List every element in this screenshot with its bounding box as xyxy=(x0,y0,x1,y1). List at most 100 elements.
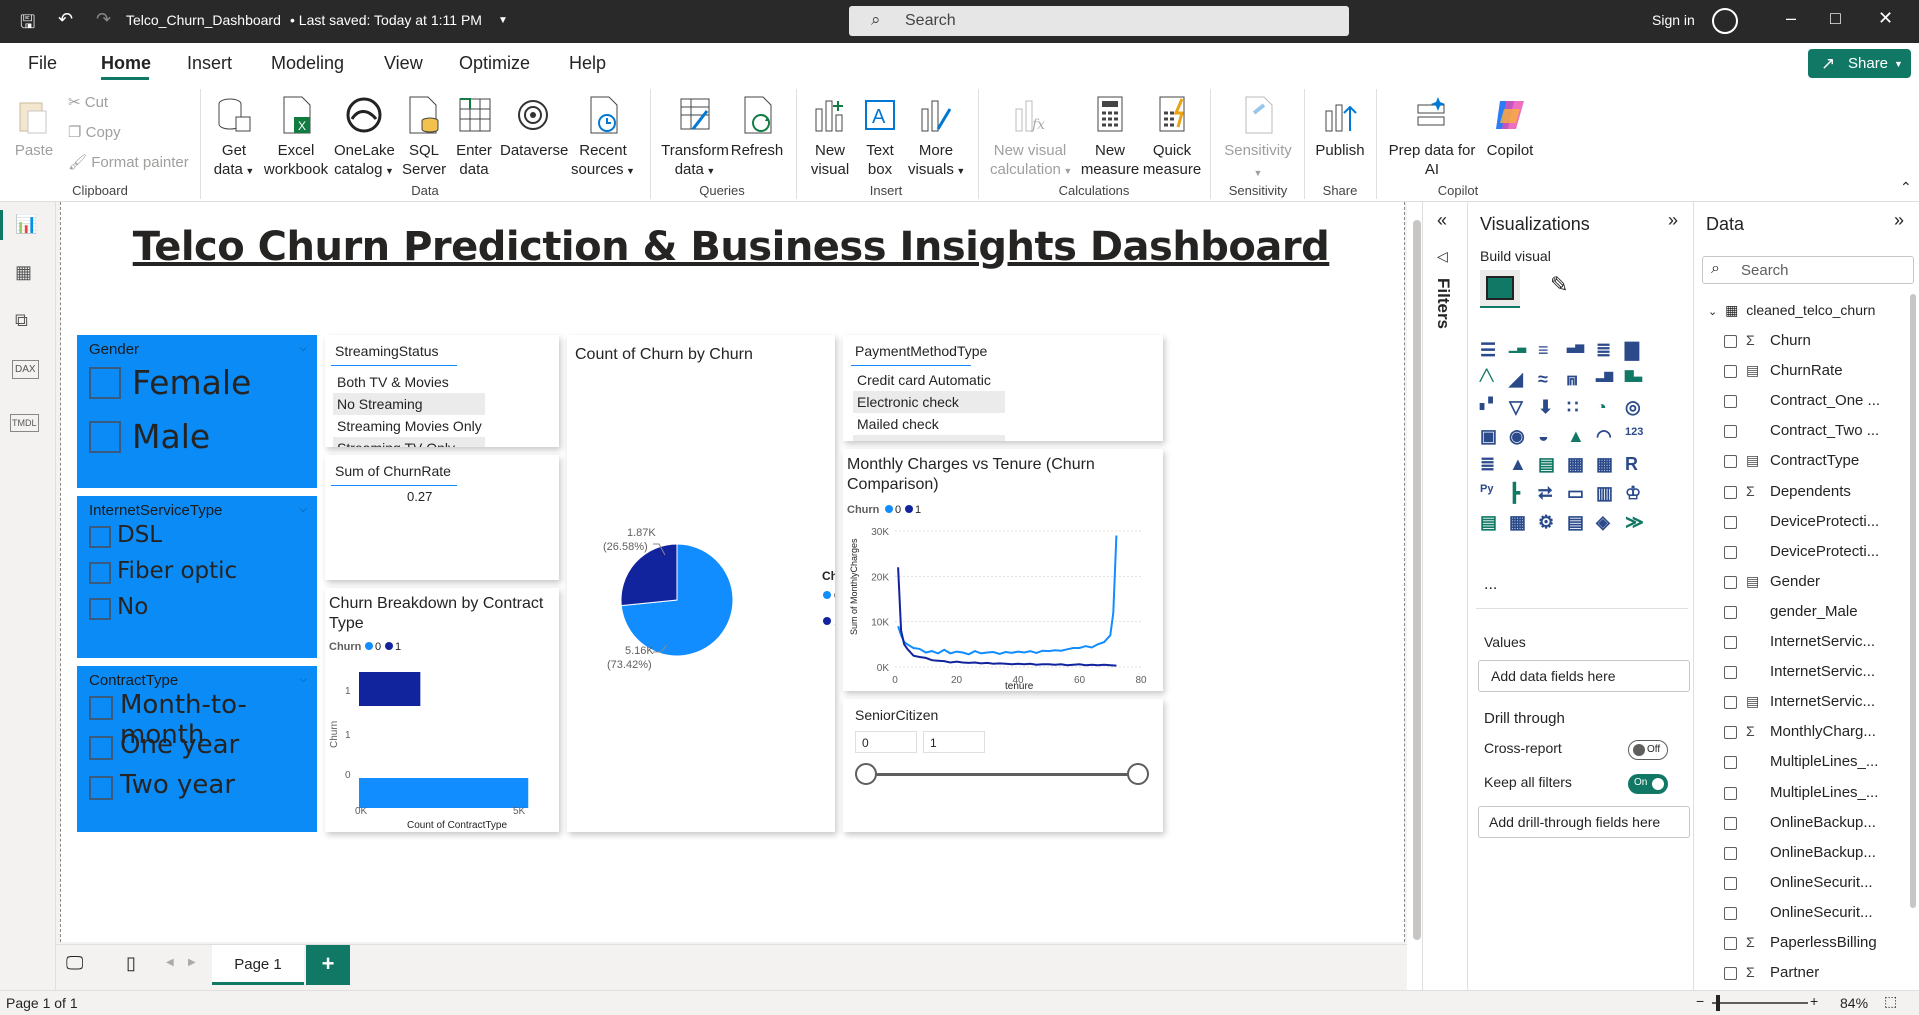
payment-method-slicer[interactable]: PaymentMethodType Credit card Automatic … xyxy=(843,335,1163,441)
matrix-icon[interactable]: ▦ xyxy=(1596,454,1620,476)
checkbox[interactable] xyxy=(89,526,111,548)
collapse-pane-icon[interactable]: » xyxy=(1668,210,1678,231)
mobile-layout-icon[interactable]: ▯ xyxy=(126,953,136,974)
key-influencers-icon[interactable]: ┣ xyxy=(1509,483,1533,505)
list-item[interactable]: No Streaming xyxy=(333,393,485,415)
100-bar-icon[interactable]: ≣ xyxy=(1596,340,1620,362)
checkbox[interactable] xyxy=(1724,545,1737,559)
azure-map-icon[interactable]: ▲ xyxy=(1567,426,1591,448)
more-visuals-ellipsis[interactable]: ... xyxy=(1484,576,1497,594)
checkbox[interactable] xyxy=(89,696,113,720)
stacked-bar-icon[interactable]: ☰ xyxy=(1480,340,1504,362)
chevron-down-icon[interactable]: ⌵ xyxy=(299,343,307,354)
pie-icon[interactable]: ◔ xyxy=(1596,397,1620,419)
new-visual-calculation-button[interactable]: fx New visual calculation ▼ xyxy=(990,95,1072,181)
excel-workbook-button[interactable]: X Excel workbook xyxy=(262,95,330,179)
checkbox[interactable] xyxy=(1724,846,1737,860)
list-item[interactable]: Unknown xyxy=(853,435,1005,441)
prep-data-ai-button[interactable]: Prep data for AI xyxy=(1388,95,1476,179)
paginated-report-icon[interactable]: ▤ xyxy=(1480,512,1504,534)
gender-slicer[interactable]: Gender ⌵ Female Male xyxy=(77,335,317,488)
redo-icon[interactable]: ↷ xyxy=(96,9,111,30)
stacked-column-icon[interactable]: ▁▃ xyxy=(1509,340,1533,362)
list-item[interactable]: Credit card Automatic xyxy=(853,369,1005,391)
checkbox[interactable] xyxy=(1724,726,1737,740)
checkbox[interactable] xyxy=(1724,876,1737,890)
r-visual-icon[interactable]: R xyxy=(1625,454,1649,476)
next-page-icon[interactable]: ▶ xyxy=(188,957,196,968)
monthly-charges-line-chart[interactable]: Monthly Charges vs Tenure (Churn Comparis… xyxy=(843,449,1163,691)
fit-to-page-icon[interactable]: ⬚ xyxy=(1884,993,1897,1010)
account-icon[interactable] xyxy=(1712,8,1738,34)
churn-rate-table[interactable]: Sum of ChurnRate 0.27 xyxy=(325,455,559,580)
text-box-button[interactable]: A Text box xyxy=(858,95,902,179)
dax-query-view-icon[interactable]: DAX xyxy=(12,360,39,379)
list-item[interactable]: Mailed check xyxy=(853,413,1005,435)
expand-filters-icon[interactable]: « xyxy=(1437,210,1447,231)
treemap-icon[interactable]: ▣ xyxy=(1480,426,1504,448)
checkbox[interactable] xyxy=(1724,395,1737,409)
slicer-option-no[interactable]: No xyxy=(117,594,148,620)
maximize-icon[interactable]: □ xyxy=(1830,8,1841,29)
new-measure-button[interactable]: New measure xyxy=(1080,95,1140,179)
slicer-option-female[interactable]: Female xyxy=(132,363,251,402)
list-item[interactable]: Electronic check xyxy=(853,391,1005,413)
clustered-bar-icon[interactable]: ≡ xyxy=(1538,340,1562,362)
filters-pane-collapsed[interactable]: « ◁ Filters xyxy=(1422,202,1467,990)
donut-icon[interactable]: ◎ xyxy=(1625,397,1649,419)
tab-home[interactable]: Home xyxy=(101,53,151,74)
checkbox[interactable] xyxy=(1724,666,1737,680)
checkbox[interactable] xyxy=(1724,636,1737,649)
list-item[interactable]: Both TV & Movies xyxy=(333,371,485,393)
scatter-icon[interactable]: ∷ xyxy=(1567,397,1591,419)
add-drill-through-well[interactable]: Add drill-through fields here xyxy=(1478,806,1690,838)
chevron-down-icon[interactable]: ⌵ xyxy=(299,674,307,685)
new-visual-button[interactable]: New visual xyxy=(808,95,852,179)
table-icon[interactable]: ▦ xyxy=(1567,454,1591,476)
checkbox[interactable] xyxy=(89,421,121,453)
contract-bar-chart[interactable]: Churn Breakdown by Contract Type Churn 0 1 1 1… xyxy=(325,588,559,832)
prev-page-icon[interactable]: ◀ xyxy=(166,957,174,968)
checkbox[interactable] xyxy=(1724,575,1737,589)
checkbox[interactable] xyxy=(1724,756,1737,770)
checkbox[interactable] xyxy=(1724,937,1737,950)
line-column-icon[interactable]: ▂▆ xyxy=(1596,369,1620,391)
metrics-icon[interactable]: ▦ xyxy=(1509,512,1533,534)
checkbox[interactable] xyxy=(1724,906,1737,920)
collapse-ribbon-icon[interactable]: ⌃ xyxy=(1900,179,1912,196)
checkbox[interactable] xyxy=(1724,605,1737,619)
streaming-status-slicer[interactable]: StreamingStatus Both TV & Movies No Stre… xyxy=(325,335,559,447)
senior-citizen-slicer[interactable]: SeniorCitizen 0 1 xyxy=(843,699,1163,832)
slider-handle-min[interactable] xyxy=(855,763,877,785)
sensitivity-button[interactable]: Sensitivity ▼ xyxy=(1220,95,1296,183)
chevron-down-icon[interactable]: ▼ xyxy=(498,15,508,26)
funnel-2-icon[interactable]: ⬇ xyxy=(1538,397,1562,419)
tab-file[interactable]: File xyxy=(28,53,57,74)
map-icon[interactable]: ◉ xyxy=(1509,426,1533,448)
100-column-icon[interactable]: ▇ xyxy=(1625,340,1649,362)
powerpoint-icon[interactable]: ◈ xyxy=(1596,512,1620,534)
checkbox[interactable] xyxy=(1724,425,1737,439)
power-automate-icon[interactable]: ▤ xyxy=(1567,512,1591,534)
min-value-input[interactable]: 0 xyxy=(855,731,917,753)
slicer-option-dsl[interactable]: DSL xyxy=(117,522,162,548)
python-visual-icon[interactable]: Py xyxy=(1480,483,1504,505)
internet-service-slicer[interactable]: InternetServiceType ⌵ DSL Fiber optic No xyxy=(77,496,317,658)
zoom-out-icon[interactable]: − xyxy=(1696,993,1704,1009)
share-button[interactable]: ↗ Share ▼ xyxy=(1808,49,1911,78)
decomposition-tree-icon[interactable]: ⮂ xyxy=(1538,483,1562,505)
checkbox[interactable] xyxy=(1724,816,1737,830)
format-visual-icon[interactable]: ✎ xyxy=(1550,272,1568,298)
tab-view[interactable]: View xyxy=(384,53,423,74)
area-chart-icon[interactable]: ◢ xyxy=(1509,369,1533,391)
sign-in-link[interactable]: Sign in xyxy=(1652,12,1695,28)
clustered-column-icon[interactable]: ▃▅ xyxy=(1567,340,1591,362)
copilot-button[interactable]: Copilot xyxy=(1480,95,1540,160)
waterfall-icon[interactable]: ▖▘ xyxy=(1480,397,1504,419)
add-data-fields-well[interactable]: Add data fields here xyxy=(1478,660,1690,692)
slicer-option-male[interactable]: Male xyxy=(132,417,210,456)
funnel-icon[interactable]: ▽ xyxy=(1509,397,1533,419)
line-chart-icon[interactable]: ╱╲ xyxy=(1480,369,1504,391)
search-input[interactable]: ⌕ Search xyxy=(849,6,1349,36)
sql-server-button[interactable]: SQL Server xyxy=(402,95,446,179)
